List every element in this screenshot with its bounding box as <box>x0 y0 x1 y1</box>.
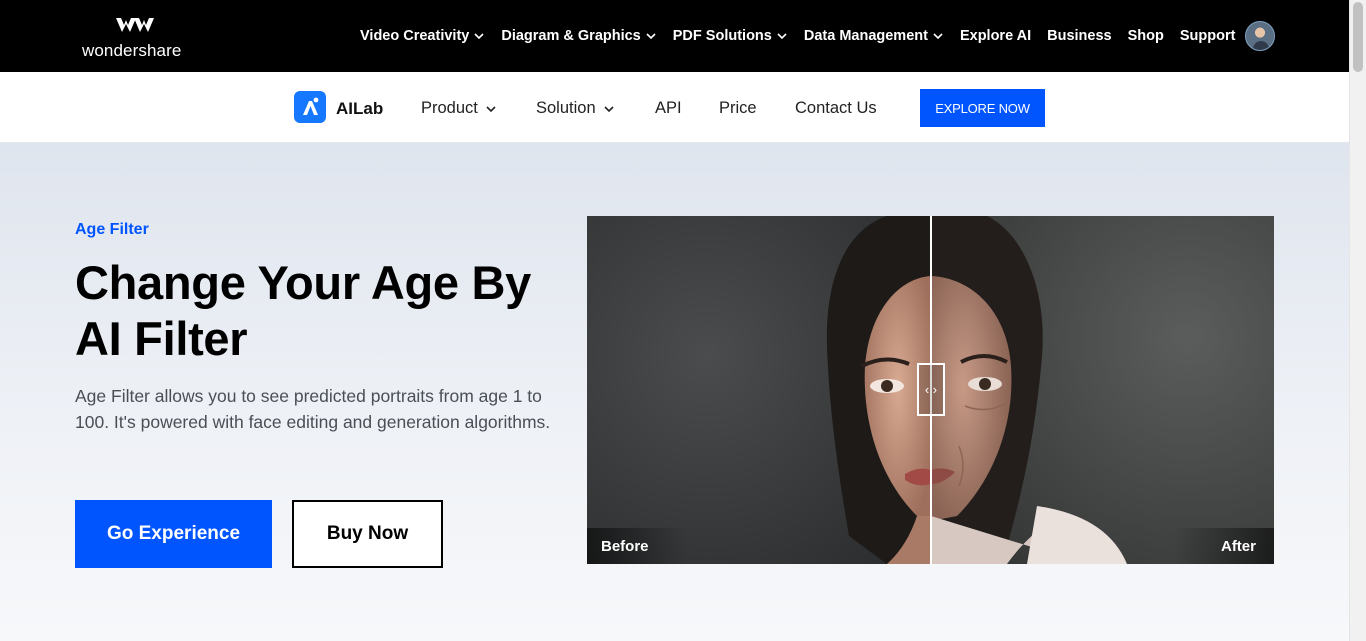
global-header: wondershare Video Creativity Diagram & G… <box>0 0 1349 72</box>
nav-label: Business <box>1047 28 1112 44</box>
subnav-contact-us[interactable]: Contact Us <box>795 99 877 118</box>
subnav-api[interactable]: API <box>655 99 682 118</box>
nav-label: Explore AI <box>959 28 1032 44</box>
chevron-down-icon <box>474 33 484 40</box>
nav-label: PDF Solutions <box>672 28 772 44</box>
subnav-product[interactable]: Product <box>421 99 497 118</box>
explore-now-button[interactable]: EXPLORE NOW <box>920 89 1045 127</box>
global-nav: Video Creativity Diagram & Graphics PDF … <box>360 0 1251 72</box>
ailab-logo-icon[interactable] <box>294 91 326 123</box>
nav-shop[interactable]: Shop <box>1128 28 1164 44</box>
wondershare-logo[interactable]: wondershare <box>82 14 192 62</box>
chevron-down-icon <box>604 105 614 112</box>
subnav-label: API <box>655 99 682 117</box>
go-experience-button[interactable]: Go Experience <box>75 500 272 568</box>
after-label: After <box>1174 528 1274 564</box>
product-subnav: AILab Product Solution API Price Contact… <box>0 72 1349 143</box>
chevron-down-icon <box>933 33 943 40</box>
page-title: Change Your Age By AI Filter <box>75 256 531 365</box>
page-scrollbar[interactable] <box>1349 0 1366 641</box>
before-after-comparison[interactable]: ‹ › Before After <box>587 216 1274 564</box>
hero-section: Age Filter Change Your Age By AI Filter … <box>0 143 1349 641</box>
subnav-label: Solution <box>536 99 596 117</box>
nav-data-management[interactable]: Data Management <box>804 28 944 44</box>
nav-diagram-graphics[interactable]: Diagram & Graphics <box>501 28 656 44</box>
subnav-label: Contact Us <box>795 99 877 117</box>
wondershare-mark-icon <box>116 18 154 32</box>
before-label: Before <box>587 528 687 564</box>
subnav-label: Product <box>421 99 478 117</box>
nav-label: Video Creativity <box>360 28 470 44</box>
nav-label: Shop <box>1127 28 1164 44</box>
drag-handle[interactable]: ‹ › <box>917 363 945 416</box>
feature-eyebrow: Age Filter <box>75 221 149 238</box>
subnav-solution[interactable]: Solution <box>536 99 615 118</box>
ailab-mark-icon <box>303 97 319 115</box>
nav-video-creativity[interactable]: Video Creativity <box>360 28 485 44</box>
nav-business[interactable]: Business <box>1047 28 1111 44</box>
nav-label: Data Management <box>803 28 928 44</box>
nav-label: Support <box>1179 28 1236 44</box>
product-name[interactable]: AILab <box>336 99 383 119</box>
nav-pdf-solutions[interactable]: PDF Solutions <box>673 28 788 44</box>
buy-now-button[interactable]: Buy Now <box>292 500 443 568</box>
nav-explore-ai[interactable]: Explore AI <box>960 28 1031 44</box>
chevron-down-icon <box>646 33 656 40</box>
user-avatar[interactable] <box>1245 21 1275 51</box>
chevron-down-icon <box>777 33 787 40</box>
hero-description: Age Filter allows you to see predicted p… <box>75 386 551 432</box>
brand-wordmark: wondershare <box>82 41 182 60</box>
chevron-down-icon <box>486 105 496 112</box>
nav-support[interactable]: Support <box>1180 28 1236 44</box>
subnav-price[interactable]: Price <box>719 99 757 118</box>
subnav-label: Price <box>719 99 757 117</box>
nav-label: Diagram & Graphics <box>501 28 641 44</box>
scrollbar-thumb[interactable] <box>1353 2 1363 72</box>
